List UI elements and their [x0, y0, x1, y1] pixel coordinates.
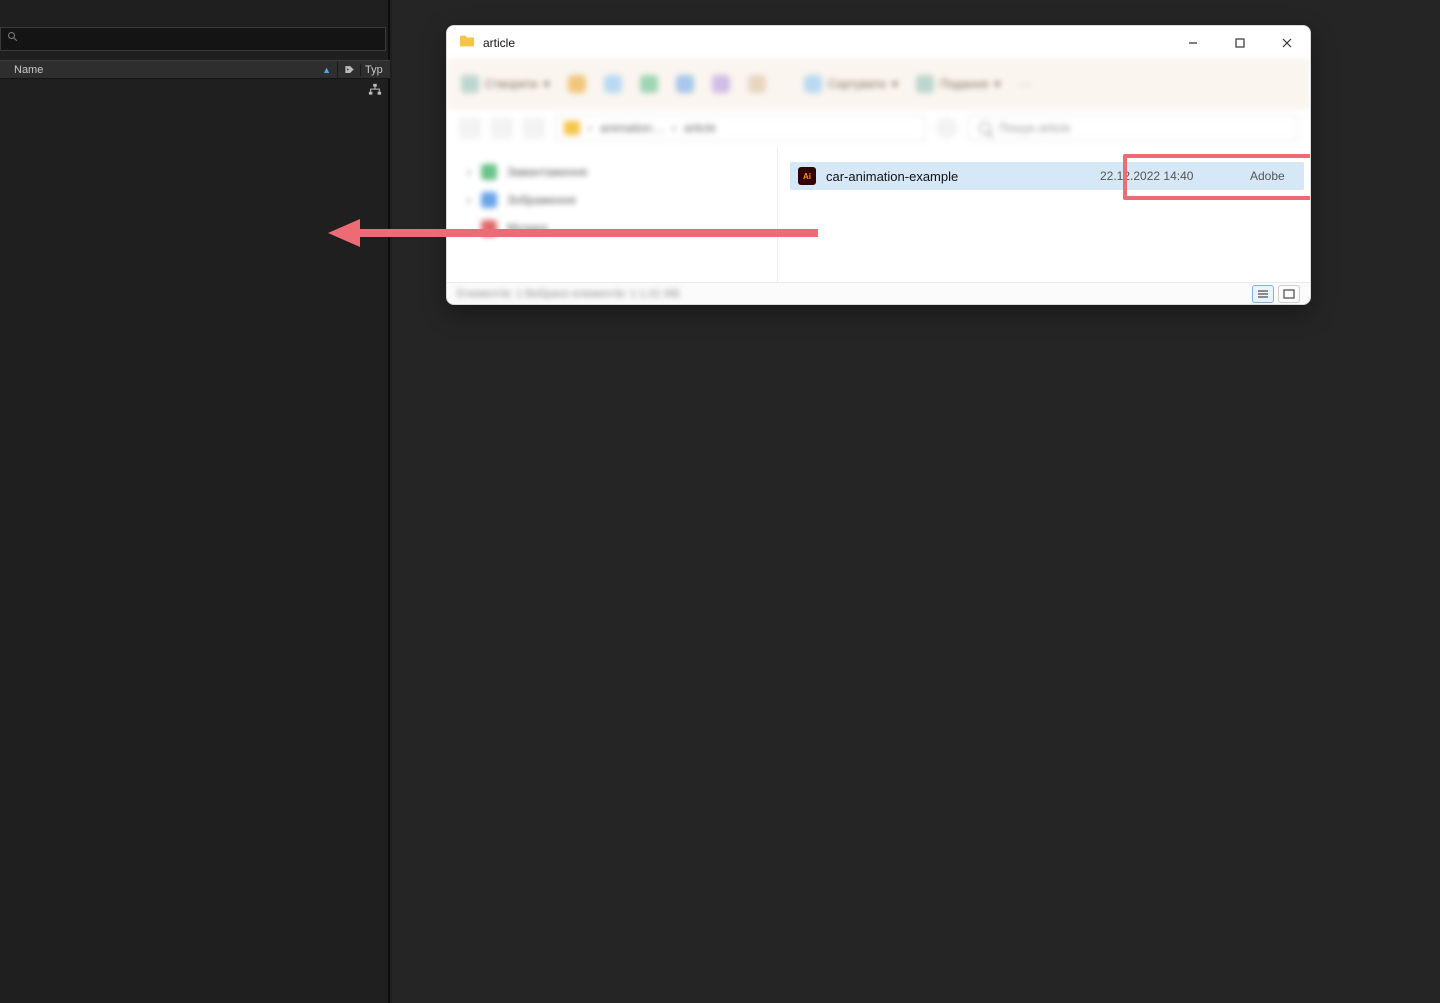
explorer-sidebar[interactable]: ›Завантаження ›Зображення ›Музика	[447, 148, 777, 282]
maximize-button[interactable]	[1216, 26, 1263, 60]
nav-forward-button[interactable]	[491, 117, 513, 139]
status-text: Елементів: 1 Вибрано елементів: 1 1,31 М…	[457, 288, 680, 300]
nav-back-button[interactable]	[459, 117, 481, 139]
file-explorer-window: article Створити▾ Сортувати▾ Подання▾ ··…	[446, 25, 1311, 305]
breadcrumb-segment[interactable]: animation…	[600, 121, 664, 135]
explorer-status-bar: Елементів: 1 Вибрано елементів: 1 1,31 М…	[447, 282, 1310, 304]
toolbar-icon[interactable]	[568, 75, 586, 93]
sidebar-item[interactable]: ›Завантаження	[463, 158, 761, 186]
project-panel: Name ▲ Typ	[0, 0, 390, 1003]
explorer-address-row: › animation… › article Пошук article	[447, 108, 1310, 148]
column-name[interactable]: Name	[12, 64, 322, 76]
view-thumbnails-button[interactable]	[1278, 285, 1300, 303]
folder-icon	[564, 121, 580, 135]
refresh-button[interactable]	[936, 117, 958, 139]
project-columns-header: Name ▲ Typ	[0, 60, 390, 79]
column-type[interactable]: Typ	[360, 64, 390, 76]
flowchart-view-icon[interactable]	[368, 83, 384, 99]
window-title: article	[483, 36, 515, 50]
search-icon	[7, 30, 19, 48]
illustrator-file-icon: Ai	[798, 167, 816, 185]
explorer-file-list[interactable]: Ai car-animation-example 22.12.2022 14:4…	[777, 148, 1310, 282]
toolbar-icon[interactable]	[604, 75, 622, 93]
search-placeholder: Пошук article	[999, 121, 1071, 135]
close-button[interactable]	[1263, 26, 1310, 60]
file-type: Adobe	[1250, 169, 1304, 183]
toolbar-icon[interactable]	[676, 75, 694, 93]
explorer-toolbar[interactable]: Створити▾ Сортувати▾ Подання▾ ···	[447, 60, 1310, 108]
column-label[interactable]	[337, 61, 360, 78]
view-details-button[interactable]	[1252, 285, 1274, 303]
sidebar-item[interactable]: ›Музика	[463, 214, 761, 242]
file-row[interactable]: Ai car-animation-example 22.12.2022 14:4…	[790, 162, 1304, 190]
project-search-input[interactable]	[0, 27, 386, 51]
toolbar-more[interactable]: ···	[1018, 77, 1030, 91]
toolbar-icon[interactable]	[748, 75, 766, 93]
breadcrumb[interactable]: › animation… › article	[555, 115, 926, 141]
toolbar-sort[interactable]: Сортувати▾	[804, 75, 898, 93]
search-icon	[979, 122, 991, 134]
file-name: car-animation-example	[826, 169, 958, 184]
toolbar-view[interactable]: Подання▾	[916, 75, 1001, 93]
toolbar-icon[interactable]	[640, 75, 658, 93]
sidebar-item[interactable]: ›Зображення	[463, 186, 761, 214]
breadcrumb-segment[interactable]: article	[684, 121, 716, 135]
window-titlebar[interactable]: article	[447, 26, 1310, 60]
folder-icon	[459, 34, 475, 53]
toolbar-new[interactable]: Створити▾	[461, 75, 550, 93]
toolbar-icon[interactable]	[712, 75, 730, 93]
sort-indicator-icon: ▲	[322, 65, 331, 75]
minimize-button[interactable]	[1169, 26, 1216, 60]
explorer-search-input[interactable]: Пошук article	[968, 115, 1298, 141]
file-date: 22.12.2022 14:40	[1100, 169, 1250, 183]
project-search-field[interactable]	[25, 33, 385, 45]
nav-up-button[interactable]	[523, 117, 545, 139]
